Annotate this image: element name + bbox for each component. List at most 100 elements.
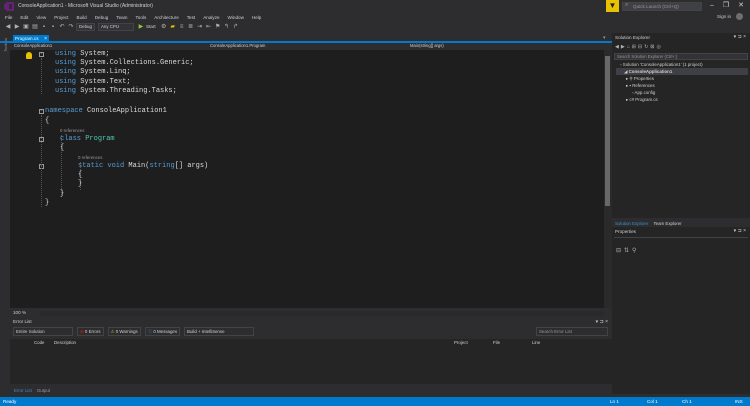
- code-line: namespace ConsoleApplication1: [45, 107, 167, 115]
- column-file[interactable]: File: [493, 340, 500, 345]
- panel-options-icon[interactable]: ▾ ⊐ ×: [596, 319, 608, 325]
- warnings-filter-button[interactable]: ⚠ 0 Warnings: [107, 327, 141, 336]
- menu-view[interactable]: View: [36, 15, 46, 20]
- tab-team-explorer[interactable]: Team Explorer: [653, 221, 681, 226]
- start-button[interactable]: Start: [146, 24, 156, 29]
- build-filter-select[interactable]: Build + IntelliSense: [184, 327, 255, 336]
- menu-debug[interactable]: Debug: [95, 15, 109, 20]
- menu-test[interactable]: Test: [187, 15, 195, 20]
- messages-filter-button[interactable]: ⓘ 0 Messages: [144, 327, 181, 336]
- menu-tools[interactable]: Tools: [136, 15, 147, 20]
- scrollbar-thumb[interactable]: [605, 56, 610, 206]
- fold-toggle-icon[interactable]: -: [39, 109, 44, 114]
- project-dropdown[interactable]: ConsoleApplication1: [14, 43, 209, 49]
- menu-project[interactable]: Project: [54, 15, 68, 20]
- quick-launch-input[interactable]: Quick Launch (Ctrl+Q): [622, 2, 702, 11]
- error-list-title: Error List: [13, 319, 32, 324]
- redo-icon[interactable]: ↷: [67, 23, 75, 31]
- menu-build[interactable]: Build: [77, 15, 87, 20]
- panel-options-icon[interactable]: ▾ ⊐ ×: [734, 228, 746, 234]
- menu-edit[interactable]: Edit: [20, 15, 28, 20]
- zoom-level[interactable]: 100 %: [13, 310, 26, 315]
- window-title: ConsoleApplication1 - Microsoft Visual S…: [18, 3, 153, 9]
- undo-icon[interactable]: ↶: [58, 23, 66, 31]
- save-all-icon[interactable]: ▪: [49, 23, 57, 31]
- project-node[interactable]: ◢ ConsoleApplication1: [616, 68, 748, 75]
- properties-panel: Properties ▾ ⊐ × ⊟⇅⚲: [612, 227, 750, 394]
- panel-options-icon[interactable]: ▾ ⊐ ×: [734, 34, 746, 40]
- solution-explorer-toolbar[interactable]: ◀▶⌂⊞⊟↻⊠◎: [615, 44, 663, 50]
- menu-analyze[interactable]: Analyze: [203, 15, 219, 20]
- menu-help[interactable]: Help: [252, 15, 261, 20]
- notification-flag-icon[interactable]: ▼: [606, 0, 619, 12]
- menu-bar: File Edit View Project Build Debug Team …: [0, 13, 750, 21]
- tab-error-list[interactable]: Error List: [14, 388, 32, 393]
- divider: [614, 237, 748, 238]
- forward-icon[interactable]: ▶: [13, 23, 21, 31]
- code-line: {: [78, 171, 83, 179]
- editor-horizontal-scrollbar[interactable]: [40, 311, 604, 316]
- bookmark-icon[interactable]: ▰: [169, 23, 177, 31]
- account-icon[interactable]: [736, 13, 743, 20]
- start-icon[interactable]: ▶: [137, 23, 145, 31]
- error-list-search-input[interactable]: Search Error List: [536, 327, 608, 336]
- column-code[interactable]: Code: [34, 340, 45, 345]
- solution-node[interactable]: ▫ Solution 'ConsoleApplication1' (1 proj…: [620, 61, 703, 68]
- tree-item-references[interactable]: ▸ ▪ References: [626, 82, 655, 89]
- tab-close-icon[interactable]: ×: [44, 35, 47, 43]
- indent-icon[interactable]: ⇥: [196, 23, 204, 31]
- properties-title: Properties: [615, 229, 636, 234]
- tree-item-app-config[interactable]: ▫ App.config: [632, 89, 655, 96]
- code-line: using System.Linq;: [55, 68, 131, 76]
- codelens-references[interactable]: 0 references: [78, 155, 102, 161]
- fold-toggle-icon[interactable]: -: [39, 52, 44, 57]
- tab-output[interactable]: Output: [37, 388, 50, 393]
- minimize-button[interactable]: –: [705, 1, 719, 11]
- visual-studio-window: ConsoleApplication1 - Microsoft Visual S…: [0, 0, 750, 406]
- tree-item-properties[interactable]: ▸ ⚲ Properties: [626, 75, 654, 82]
- solution-configuration-select[interactable]: Debug: [76, 22, 95, 31]
- code-line: }: [78, 180, 83, 188]
- solution-platform-select[interactable]: Any CPU: [97, 22, 134, 31]
- maximize-button[interactable]: ❐: [719, 1, 733, 11]
- close-window-button[interactable]: ✕: [734, 1, 748, 11]
- tree-item-program-cs[interactable]: ▸ c# Program.cs: [626, 96, 658, 103]
- class-dropdown[interactable]: ConsoleApplication1.Program: [210, 43, 408, 49]
- back-icon[interactable]: ◀: [4, 23, 12, 31]
- scope-select[interactable]: Entire Solution: [13, 327, 73, 336]
- menu-window[interactable]: Window: [228, 15, 244, 20]
- uncomment-icon[interactable]: ≣: [187, 23, 195, 31]
- toggle-bookmark-icon[interactable]: ⚑: [214, 23, 222, 31]
- tab-overflow-icon[interactable]: ▾: [603, 35, 606, 41]
- outdent-icon[interactable]: ⇤: [205, 23, 213, 31]
- menu-team[interactable]: Team: [116, 15, 127, 20]
- menu-file[interactable]: File: [5, 15, 12, 20]
- properties-toolbar[interactable]: ⊟⇅⚲: [616, 247, 639, 254]
- attach-icon[interactable]: ⚙: [160, 23, 168, 31]
- new-project-icon[interactable]: ▣: [22, 23, 30, 31]
- next-bookmark-icon[interactable]: ↱: [232, 23, 240, 31]
- tab-label: Program.cs: [15, 36, 39, 41]
- tab-solution-explorer[interactable]: Solution Explorer: [615, 221, 648, 226]
- tab-program-cs[interactable]: Program.cs ×: [13, 35, 49, 43]
- column-project[interactable]: Project: [454, 340, 468, 345]
- lightbulb-icon[interactable]: [26, 52, 32, 59]
- code-line: using System.Collections.Generic;: [55, 59, 194, 67]
- editor-gutter: [10, 50, 38, 308]
- open-file-icon[interactable]: ▤: [31, 23, 39, 31]
- column-line[interactable]: Line: [532, 340, 540, 345]
- save-icon[interactable]: ▪: [40, 23, 48, 31]
- document-tab-strip: [0, 35, 612, 43]
- sign-in-link[interactable]: Sign in: [717, 14, 731, 19]
- solution-explorer-panel: Solution Explorer ▾ ⊐ × ◀▶⌂⊞⊟↻⊠◎ Search …: [612, 33, 750, 218]
- errors-filter-button[interactable]: ⊗ 0 Errors: [77, 327, 104, 336]
- menu-architecture[interactable]: Architecture: [154, 15, 179, 20]
- comment-icon[interactable]: ≡: [178, 23, 186, 31]
- status-line: Ln 1: [610, 399, 619, 404]
- member-dropdown[interactable]: Main(string[] args): [410, 43, 600, 49]
- code-editor[interactable]: - - - - using System; using System.Colle…: [10, 50, 604, 308]
- column-description[interactable]: Description: [54, 340, 76, 345]
- solution-explorer-search[interactable]: Search Solution Explorer (Ctrl+;): [614, 53, 748, 60]
- prev-bookmark-icon[interactable]: ↰: [223, 23, 231, 31]
- codelens-references[interactable]: 0 references: [60, 128, 84, 134]
